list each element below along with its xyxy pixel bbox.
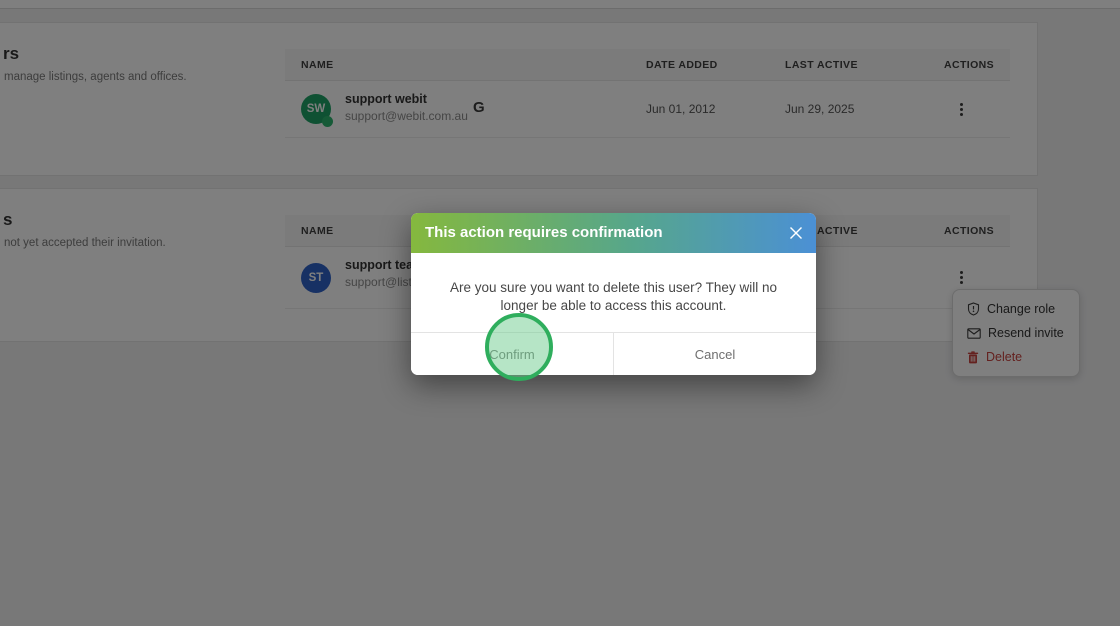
confirmation-dialog: This action requires confirmation Are yo… <box>411 213 816 375</box>
cancel-button[interactable]: Cancel <box>614 333 816 375</box>
dialog-footer: Confirm Cancel <box>411 332 816 375</box>
dialog-message: Are you sure you want to delete this use… <box>450 280 777 313</box>
dialog-header: This action requires confirmation <box>411 213 816 253</box>
dialog-title: This action requires confirmation <box>425 224 663 241</box>
confirm-button[interactable]: Confirm <box>411 333 614 375</box>
close-icon[interactable] <box>787 224 805 242</box>
